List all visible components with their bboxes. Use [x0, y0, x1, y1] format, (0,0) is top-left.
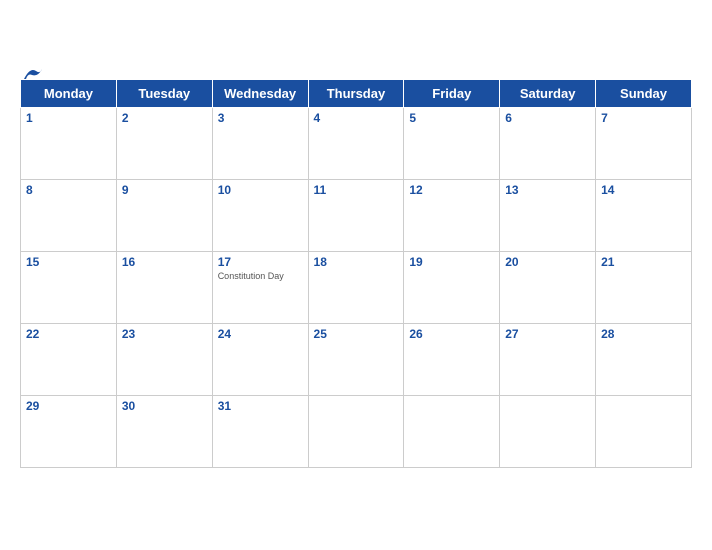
- calendar-cell: [404, 395, 500, 467]
- calendar-cell: 3: [212, 107, 308, 179]
- day-number: 5: [409, 111, 494, 125]
- day-number: 29: [26, 399, 111, 413]
- week-row-4: 22 23 24 25 26 27 28: [21, 323, 692, 395]
- day-number: 19: [409, 255, 494, 269]
- day-number: 30: [122, 399, 207, 413]
- calendar-cell: 2: [116, 107, 212, 179]
- week-row-1: 1234567: [21, 107, 692, 179]
- calendar-cell: 12: [404, 179, 500, 251]
- calendar-cell: 26: [404, 323, 500, 395]
- day-number: 7: [601, 111, 686, 125]
- calendar-cell: 29: [21, 395, 117, 467]
- day-number: 24: [218, 327, 303, 341]
- day-number: 2: [122, 111, 207, 125]
- day-number: 10: [218, 183, 303, 197]
- weekday-header-saturday: Saturday: [500, 79, 596, 107]
- day-number: 23: [122, 327, 207, 341]
- week-row-3: 15 16 17 Constitution Day 18 19 20 21: [21, 251, 692, 323]
- calendar-cell: 28: [596, 323, 692, 395]
- day-number: 6: [505, 111, 590, 125]
- day-number: 14: [601, 183, 686, 197]
- week-row-2: 89 10 11 12 13 14: [21, 179, 692, 251]
- day-number: 9: [122, 183, 207, 197]
- calendar-cell: 7: [596, 107, 692, 179]
- calendar-cell: 6: [500, 107, 596, 179]
- calendar-table: MondayTuesdayWednesdayThursdayFridaySatu…: [20, 79, 692, 468]
- day-number: 11: [314, 183, 399, 197]
- calendar-cell: 24: [212, 323, 308, 395]
- day-number: 16: [122, 255, 207, 269]
- week-row-5: 29 30 31: [21, 395, 692, 467]
- logo-area: [20, 65, 44, 81]
- calendar-cell: 22: [21, 323, 117, 395]
- calendar-cell: 16: [116, 251, 212, 323]
- day-number: 15: [26, 255, 111, 269]
- day-number: 1: [26, 111, 111, 125]
- calendar-cell: 19: [404, 251, 500, 323]
- calendar-cell: 23: [116, 323, 212, 395]
- calendar-cell: [596, 395, 692, 467]
- day-number: 27: [505, 327, 590, 341]
- logo-bird-icon: [22, 65, 44, 81]
- calendar-thead: MondayTuesdayWednesdayThursdayFridaySatu…: [21, 79, 692, 107]
- day-number: 21: [601, 255, 686, 269]
- calendar-cell: 25: [308, 323, 404, 395]
- weekday-header-monday: Monday: [21, 79, 117, 107]
- day-number: 17: [218, 255, 303, 269]
- day-number: 20: [505, 255, 590, 269]
- calendar-cell: 20: [500, 251, 596, 323]
- calendar-tbody: 1234567891011121314151617Constitution Da…: [21, 107, 692, 467]
- day-number: 8: [26, 183, 111, 197]
- day-number: 13: [505, 183, 590, 197]
- day-number: 26: [409, 327, 494, 341]
- weekday-header-sunday: Sunday: [596, 79, 692, 107]
- calendar-cell: 4: [308, 107, 404, 179]
- weekday-header-thursday: Thursday: [308, 79, 404, 107]
- calendar-cell: 27: [500, 323, 596, 395]
- weekday-header-row: MondayTuesdayWednesdayThursdayFridaySatu…: [21, 79, 692, 107]
- logo-text: [20, 65, 44, 81]
- day-number: 12: [409, 183, 494, 197]
- day-number: 18: [314, 255, 399, 269]
- calendar-cell: 5: [404, 107, 500, 179]
- weekday-header-friday: Friday: [404, 79, 500, 107]
- calendar-cell: [308, 395, 404, 467]
- calendar-cell: 14: [596, 179, 692, 251]
- day-number: 31: [218, 399, 303, 413]
- calendar-cell: 21: [596, 251, 692, 323]
- weekday-header-wednesday: Wednesday: [212, 79, 308, 107]
- calendar-cell: 30: [116, 395, 212, 467]
- calendar-cell: 15: [21, 251, 117, 323]
- calendar-cell: 10: [212, 179, 308, 251]
- calendar-cell: 1: [21, 107, 117, 179]
- holiday-label: Constitution Day: [218, 271, 303, 281]
- day-number: 25: [314, 327, 399, 341]
- calendar-cell: 11: [308, 179, 404, 251]
- weekday-header-tuesday: Tuesday: [116, 79, 212, 107]
- calendar-cell: 17 Constitution Day: [212, 251, 308, 323]
- calendar-cell: 9: [116, 179, 212, 251]
- day-number: 22: [26, 327, 111, 341]
- calendar-cell: 18: [308, 251, 404, 323]
- calendar-cell: [500, 395, 596, 467]
- day-number: 28: [601, 327, 686, 341]
- calendar-wrapper: MondayTuesdayWednesdayThursdayFridaySatu…: [0, 63, 712, 488]
- calendar-cell: 8: [21, 179, 117, 251]
- day-number: 4: [314, 111, 399, 125]
- calendar-cell: 13: [500, 179, 596, 251]
- calendar-cell: 31: [212, 395, 308, 467]
- day-number: 3: [218, 111, 303, 125]
